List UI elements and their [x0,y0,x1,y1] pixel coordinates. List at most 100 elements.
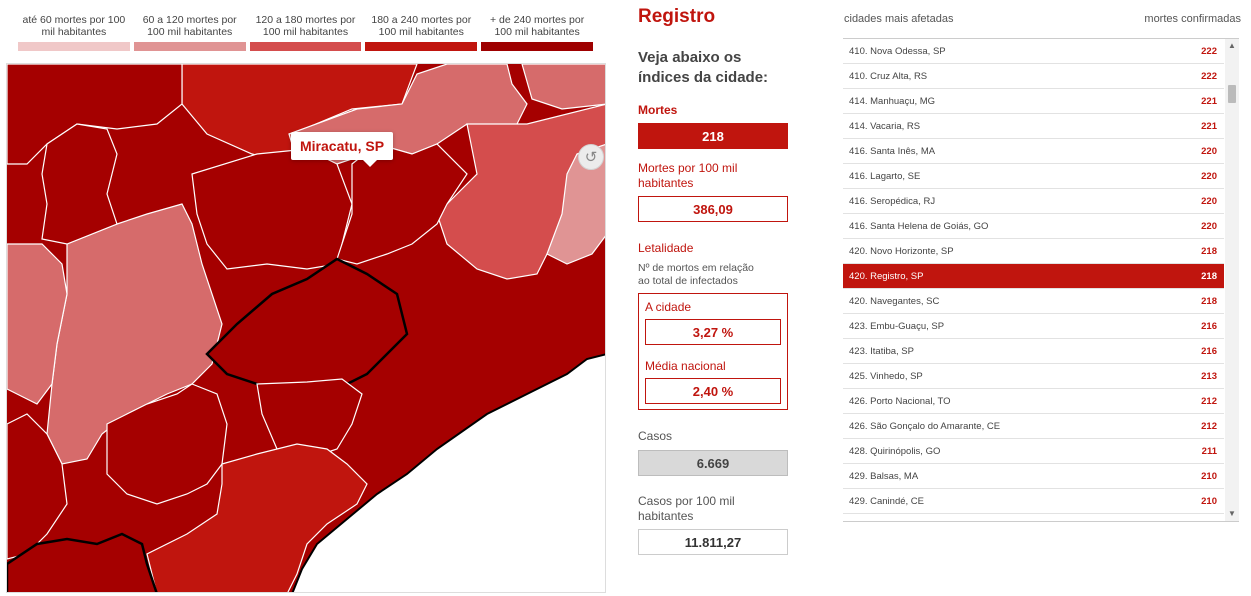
list-item-city: 420. Registro, SP [849,270,924,282]
deaths-per-100k-value: 386,09 [638,196,788,222]
reset-zoom-button[interactable]: ↺ [578,144,604,170]
list-item-deaths: 220 [1201,195,1217,207]
list-item[interactable]: 428. Quirinópolis, GO 211 [843,439,1224,464]
list-item-deaths: 210 [1201,495,1217,507]
ranking-header-deaths: mortes confirmadas [1144,13,1241,25]
list-item[interactable]: 426. Porto Nacional, TO 212 [843,389,1224,414]
list-item-city: 414. Vacaria, RS [849,120,921,132]
lethality-description: Nº de mortos em relação ao total de infe… [638,262,754,287]
legend-item: 60 a 120 mortes por 100 mil habitantes [133,14,246,51]
list-item[interactable]: 410. Nova Odessa, SP 222 [843,39,1224,64]
info-subtitle: Veja abaixo os índices da cidade: [638,49,769,86]
list-item-city: 429. Balsas, MA [849,470,919,482]
list-item-deaths: 216 [1201,345,1217,357]
list-item-deaths: 220 [1201,170,1217,182]
municipality-region[interactable] [191,148,353,270]
legend-swatch [249,42,362,51]
list-item-city: 426. São Gonçalo do Amarante, CE [849,420,1001,432]
list-item[interactable]: 423. Itatiba, SP 216 [843,339,1224,364]
list-item-deaths: 222 [1201,70,1217,82]
ranking-scrollbar[interactable]: ▲ ▼ [1225,39,1239,521]
legend-label: até 60 mortes por 100 mil habitantes [22,14,126,38]
scroll-thumb[interactable] [1228,85,1236,103]
map-tooltip: Miracatu, SP [291,132,394,167]
list-item-city: 423. Embu-Guaçu, SP [849,320,945,332]
list-item-city: 416. Santa Helena de Goiás, GO [849,220,989,232]
legend-swatch [133,42,246,51]
list-item-city: 429. Canindé, CE [849,495,924,507]
map-legend: até 60 mortes por 100 mil habitantes 60 a… [18,14,593,51]
cases-value: 6.669 [638,450,788,476]
cases-per-100k-value: 11.811,27 [638,529,788,555]
legend-label: 120 a 180 mortes por 100 mil habitantes [255,14,356,38]
scroll-up-arrow-icon[interactable]: ▲ [1225,39,1239,53]
legend-label: 180 a 240 mortes por 100 mil habitantes [371,14,472,38]
deaths-label: Mortes [638,103,678,117]
legend-item: + de 240 mortes por 100 mil habitantes [481,14,593,51]
list-item[interactable]: 423. Embu-Guaçu, SP 216 [843,314,1224,339]
list-item-city: 425. Vinhedo, SP [849,370,923,382]
list-item-deaths: 218 [1201,270,1217,282]
scroll-down-arrow-icon[interactable]: ▼ [1225,507,1239,521]
list-item-deaths: 212 [1201,420,1217,432]
municipality-region[interactable] [41,123,118,245]
list-item[interactable]: 420. Novo Horizonte, SP 218 [843,239,1224,264]
list-item-city: 410. Cruz Alta, RS [849,70,928,82]
list-item-deaths: 218 [1201,295,1217,307]
legend-item: 120 a 180 mortes por 100 mil habitantes [249,14,362,51]
list-item[interactable]: 416. Santa Inês, MA 220 [843,139,1224,164]
city-name: Registro [638,6,716,27]
list-item-deaths: 216 [1201,320,1217,332]
legend-item: 180 a 240 mortes por 100 mil habitantes [365,14,478,51]
list-item[interactable]: 416. Lagarto, SE 220 [843,164,1224,189]
city-rate-value: 3,27 % [645,319,781,345]
cases-per-100k-label: Casos por 100 mil habitantes [638,494,735,523]
list-item[interactable]: 429. Balsas, MA 210 [843,464,1224,489]
list-item[interactable]: 426. São Gonçalo do Amarante, CE 212 [843,414,1224,439]
list-item-deaths: 222 [1201,45,1217,57]
list-item-deaths: 211 [1201,445,1217,457]
legend-label: 60 a 120 mortes por 100 mil habitantes [142,14,237,38]
list-item[interactable]: 414. Manhuaçu, MG 221 [843,89,1224,114]
list-item-deaths: 212 [1201,395,1217,407]
legend-swatch [481,42,593,51]
ranking-rows: 410. Nova Odessa, SP 222 410. Cruz Alta, R… [843,39,1224,514]
list-item-deaths: 213 [1201,370,1217,382]
list-item[interactable]: 420. Navegantes, SC 218 [843,289,1224,314]
list-item-deaths: 221 [1201,95,1217,107]
list-item-city: 416. Santa Inês, MA [849,145,936,157]
choropleth-map[interactable]: Miracatu, SP ↺ [6,63,606,593]
list-item[interactable]: 414. Vacaria, RS 221 [843,114,1224,139]
list-item-city: 420. Novo Horizonte, SP [849,245,954,257]
city-rate-label: A cidade [645,300,692,314]
list-item[interactable]: 416. Santa Helena de Goiás, GO 220 [843,214,1224,239]
list-item[interactable]: 416. Seropédica, RJ 220 [843,189,1224,214]
deaths-value: 218 [638,123,788,149]
list-item-deaths: 220 [1201,145,1217,157]
list-item-city: 423. Itatiba, SP [849,345,914,357]
ranking-header: cidades mais afetadas mortes confirmadas [844,13,1241,25]
ranking-header-cities: cidades mais afetadas [844,13,954,25]
list-item-city: 416. Lagarto, SE [849,170,921,182]
undo-icon: ↺ [584,149,598,166]
city-info-panel: Registro Veja abaixo os índices da cidad… [638,6,790,555]
list-item-deaths: 210 [1201,470,1217,482]
list-item[interactable]: 410. Cruz Alta, RS 222 [843,64,1224,89]
national-rate-label: Média nacional [645,359,726,373]
list-item-city: 426. Porto Nacional, TO [849,395,951,407]
deaths-per-100k-label: Mortes por 100 mil habitantes [638,161,738,190]
list-item[interactable]: 425. Vinhedo, SP 213 [843,364,1224,389]
list-item-city: 420. Navegantes, SC [849,295,940,307]
list-item-city: 414. Manhuaçu, MG [849,95,936,107]
legend-swatch [18,42,130,51]
legend-label: + de 240 mortes por 100 mil habitantes [489,14,585,38]
list-item-deaths: 218 [1201,245,1217,257]
lethality-label: Letalidade [638,241,694,255]
national-rate-value: 2,40 % [645,378,781,404]
list-item-selected[interactable]: 420. Registro, SP 218 [843,264,1224,289]
list-item-deaths: 220 [1201,220,1217,232]
list-item-city: 410. Nova Odessa, SP [849,45,946,57]
list-item[interactable]: 429. Canindé, CE 210 [843,489,1224,514]
lethality-group: A cidade 3,27 % Média nacional 2,40 % [638,293,788,410]
ranking-list[interactable]: 410. Nova Odessa, SP 222 410. Cruz Alta, R… [843,38,1239,522]
